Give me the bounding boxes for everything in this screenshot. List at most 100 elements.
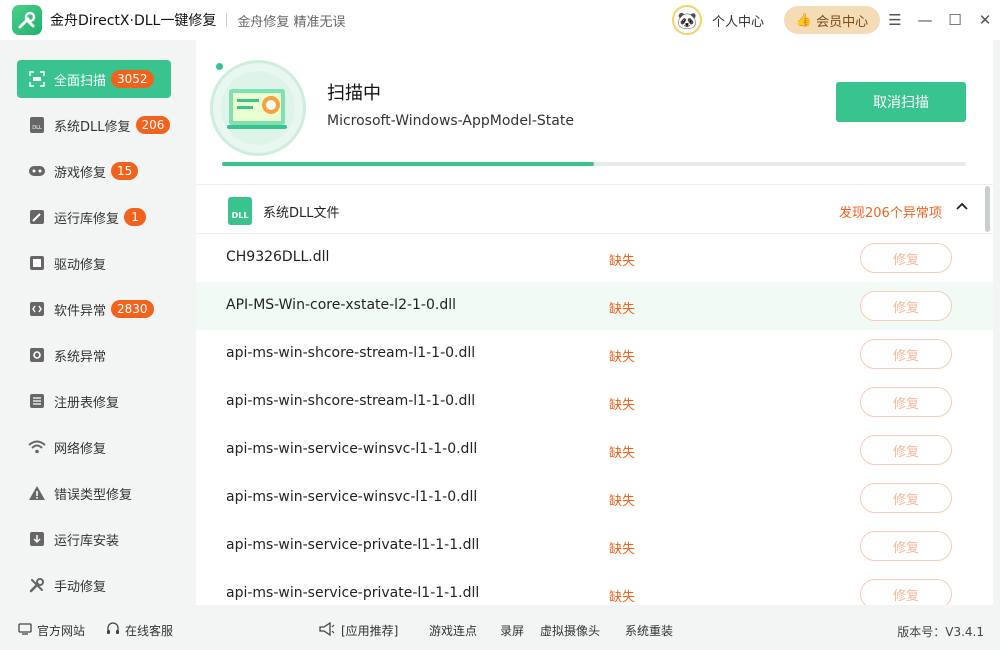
official-site-label: 官方网站 xyxy=(37,624,86,638)
official-site-link[interactable]: 官方网站 xyxy=(18,622,85,639)
minimize-icon[interactable]: — xyxy=(910,0,940,40)
online-support-link[interactable]: 在线客服 xyxy=(106,622,173,639)
footer-link-virtual-camera[interactable]: 虚拟摄像头 xyxy=(540,622,600,639)
footer-link-system-reinstall[interactable]: 系统重装 xyxy=(625,622,673,639)
file-status: 缺失 xyxy=(609,398,636,413)
recommend-label: [应用推荐] xyxy=(341,624,399,638)
sidebar-item-software[interactable]: 软件异常 2830 xyxy=(17,290,171,328)
scan-current-file: Microsoft-Windows-AppModel-State xyxy=(327,113,574,129)
dll-file-icon: DLL xyxy=(228,197,252,225)
table-row: api-ms-win-shcore-stream-l1-1-0.dll 缺失 修… xyxy=(196,378,993,426)
scan-dot-icon xyxy=(216,63,223,70)
scan-progress-fill xyxy=(222,162,594,166)
version-label: 版本号：V3.4.1 xyxy=(897,625,984,639)
thumbs-up-icon: 👍 xyxy=(795,12,813,28)
file-name: CH9326DLL.dll xyxy=(226,249,330,265)
scan-panel: 扫描中 Microsoft-Windows-AppModel-State 取消扫… xyxy=(196,40,993,182)
scan-icon xyxy=(27,69,47,89)
title-divider xyxy=(226,13,228,27)
dll-section-header[interactable]: DLL 系统DLL文件 发现206个异常项 xyxy=(196,184,993,234)
sidebar-item-runtime-install[interactable]: 运行库安装 xyxy=(17,520,171,558)
sidebar-item-driver[interactable]: 驱动修复 xyxy=(17,244,171,282)
sidebar-item-runtime-repair[interactable]: 运行库修复 1 xyxy=(17,198,171,236)
sidebar-item-system[interactable]: 系统异常 xyxy=(17,336,171,374)
svg-text:DLL: DLL xyxy=(32,125,42,131)
app-logo-icon xyxy=(12,5,42,35)
sidebar-item-registry[interactable]: 注册表修复 xyxy=(17,382,171,420)
registry-icon xyxy=(27,391,47,411)
avatar[interactable]: 🐼 xyxy=(671,5,702,35)
app-recommend: [应用推荐] xyxy=(318,621,399,639)
headset-icon xyxy=(106,622,120,639)
repair-button[interactable]: 修复 xyxy=(860,483,952,513)
dll-icon: DLL xyxy=(27,115,47,135)
chevron-up-icon[interactable] xyxy=(956,199,968,213)
sidebar-item-game[interactable]: 游戏修复 15 xyxy=(17,152,171,190)
repair-button[interactable]: 修复 xyxy=(860,339,952,369)
sidebar-item-network[interactable]: 网络修复 xyxy=(17,428,171,466)
user-center-link[interactable]: 个人中心 xyxy=(712,11,764,30)
file-status: 缺失 xyxy=(609,542,636,557)
maximize-icon[interactable]: ☐ xyxy=(940,0,970,40)
sidebar: 全面扫描 3052 DLL 系统DLL修复 206 游戏修复 15 运行库修复 … xyxy=(0,40,188,610)
sidebar-item-label: 驱动修复 xyxy=(54,257,107,273)
sidebar-item-full-scan[interactable]: 全面扫描 3052 xyxy=(17,60,171,98)
scrollbar[interactable] xyxy=(985,186,990,232)
footer: 官方网站 在线客服 [应用推荐] 游戏连点 录屏 虚拟摄像头 系统重装 版本号：… xyxy=(0,610,1000,650)
table-row: API-MS-Win-core-xstate-l2-1-0.dll 缺失 修复 xyxy=(196,282,993,330)
sidebar-item-label: 错误类型修复 xyxy=(54,487,133,503)
sidebar-item-label: 软件异常 xyxy=(54,303,107,319)
file-name: api-ms-win-service-winsvc-l1-1-0.dll xyxy=(226,441,478,457)
warning-icon xyxy=(27,483,47,503)
monitor-icon xyxy=(18,623,32,638)
count-badge: 3052 xyxy=(111,70,154,88)
software-icon xyxy=(27,299,47,319)
vip-center-button[interactable]: 👍 会员中心 xyxy=(784,6,880,34)
sidebar-item-label: 注册表修复 xyxy=(54,395,120,411)
online-support-label: 在线客服 xyxy=(125,624,174,638)
sidebar-item-error-type[interactable]: 错误类型修复 xyxy=(17,474,171,512)
cancel-scan-button[interactable]: 取消扫描 xyxy=(836,82,966,122)
title-bar: 金舟DirectX·DLL一键修复 金舟修复 精准无误 🐼 个人中心 👍 会员中… xyxy=(0,0,1000,40)
sidebar-item-label: 运行库修复 xyxy=(54,211,120,227)
file-name: api-ms-win-service-winsvc-l1-1-0.dll xyxy=(226,489,478,505)
menu-icon[interactable]: ☰ xyxy=(880,0,910,40)
sidebar-item-label: 系统DLL修复 xyxy=(54,119,131,135)
system-gear-icon xyxy=(27,345,47,365)
vip-center-label: 会员中心 xyxy=(816,14,869,30)
repair-button[interactable]: 修复 xyxy=(860,579,952,605)
sidebar-item-label: 网络修复 xyxy=(54,441,107,457)
repair-button[interactable]: 修复 xyxy=(860,531,952,561)
sidebar-item-label: 游戏修复 xyxy=(54,165,107,181)
app-slogan: 金舟修复 精准无误 xyxy=(237,14,346,30)
scan-status-title: 扫描中 xyxy=(327,83,381,104)
file-status: 缺失 xyxy=(609,590,636,605)
file-name: api-ms-win-service-private-l1-1-1.dll xyxy=(226,585,480,601)
repair-button[interactable]: 修复 xyxy=(860,387,952,417)
driver-icon xyxy=(27,253,47,273)
count-badge: 206 xyxy=(135,116,171,134)
repair-button[interactable]: 修复 xyxy=(860,243,952,273)
table-row: api-ms-win-service-private-l1-1-1.dll 缺失… xyxy=(196,570,993,605)
wifi-icon xyxy=(27,437,47,457)
close-icon[interactable]: ✕ xyxy=(970,0,1000,40)
sidebar-item-label: 全面扫描 xyxy=(54,73,107,89)
repair-button[interactable]: 修复 xyxy=(860,291,952,321)
file-status: 缺失 xyxy=(609,302,636,317)
install-icon xyxy=(27,529,47,549)
repair-button[interactable]: 修复 xyxy=(860,435,952,465)
table-row: api-ms-win-service-winsvc-l1-1-0.dll 缺失 … xyxy=(196,426,993,474)
sidebar-item-system-dll[interactable]: DLL 系统DLL修复 206 xyxy=(17,106,171,144)
footer-link-screen-record[interactable]: 录屏 xyxy=(500,622,524,639)
count-badge: 15 xyxy=(111,162,139,180)
sidebar-item-manual[interactable]: 手动修复 xyxy=(17,566,171,604)
file-name: api-ms-win-shcore-stream-l1-1-0.dll xyxy=(226,345,476,361)
sidebar-item-label: 系统异常 xyxy=(54,349,107,365)
table-row: api-ms-win-shcore-stream-l1-1-0.dll 缺失 修… xyxy=(196,330,993,378)
footer-link-game-clicker[interactable]: 游戏连点 xyxy=(429,622,477,639)
file-status: 缺失 xyxy=(609,350,636,365)
file-name: API-MS-Win-core-xstate-l2-1-0.dll xyxy=(226,297,457,313)
megaphone-icon xyxy=(318,621,336,639)
table-row: CH9326DLL.dll 缺失 修复 xyxy=(196,234,993,282)
file-status: 缺失 xyxy=(609,254,636,269)
